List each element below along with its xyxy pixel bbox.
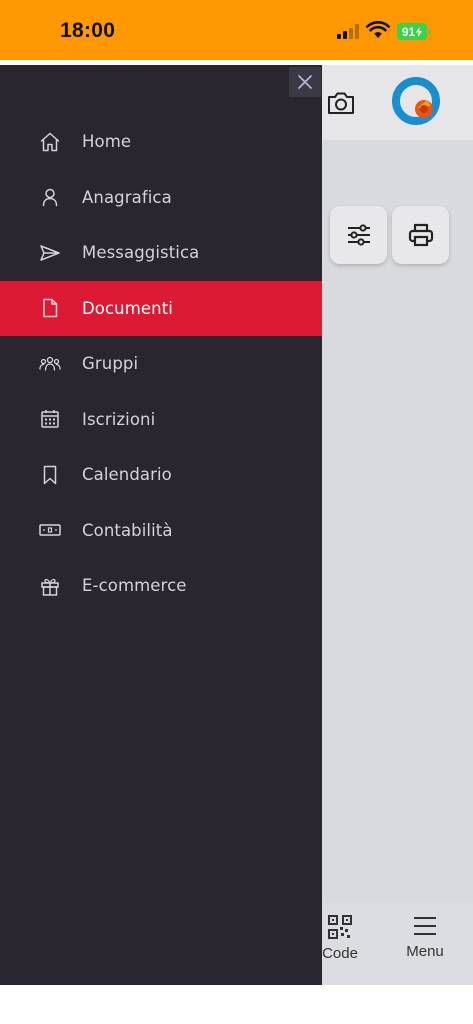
menu-item-label: Contabilità xyxy=(82,520,173,540)
menu-item-documenti[interactable]: Documenti xyxy=(0,280,322,336)
send-icon xyxy=(39,242,61,264)
menu-item-label: Home xyxy=(82,132,132,152)
group-icon xyxy=(39,353,61,375)
status-bar: 18:00 91 xyxy=(0,0,473,60)
drawer-menu: Home Anagrafica Messaggistica Documenti xyxy=(0,114,322,614)
filter-button[interactable] xyxy=(330,206,387,264)
close-drawer-button[interactable] xyxy=(289,67,321,97)
screen: 18:00 91 Code Menu Home Anagrafica Messa… xyxy=(0,0,473,1024)
sliders-icon xyxy=(347,224,370,246)
charging-bolt-icon xyxy=(416,26,423,37)
print-button[interactable] xyxy=(392,206,449,264)
wifi-icon xyxy=(366,21,390,38)
tab-menu[interactable]: Menu xyxy=(385,915,465,960)
status-time: 18:00 xyxy=(60,19,116,42)
battery-icon: 91 xyxy=(397,23,431,40)
menu-item-label: Anagrafica xyxy=(82,187,172,207)
menu-item-home[interactable]: Home xyxy=(0,114,322,170)
document-icon xyxy=(39,297,61,319)
user-icon xyxy=(39,186,61,208)
home-icon xyxy=(39,131,61,153)
tab-qr-label: Code xyxy=(322,945,358,962)
menu-item-label: Messaggistica xyxy=(82,243,200,263)
navigation-drawer: Home Anagrafica Messaggistica Documenti xyxy=(0,65,322,985)
menu-item-label: Documenti xyxy=(82,298,173,318)
menu-item-messaggistica[interactable]: Messaggistica xyxy=(0,225,322,281)
qr-code-icon xyxy=(328,915,352,939)
calendar-grid-icon xyxy=(39,408,61,430)
battery-level: 91 xyxy=(401,24,416,39)
menu-item-label: Gruppi xyxy=(82,354,139,374)
menu-item-iscrizioni[interactable]: Iscrizioni xyxy=(0,392,322,448)
tab-menu-label: Menu xyxy=(406,943,444,960)
menu-item-label: Calendario xyxy=(82,465,172,485)
menu-item-gruppi[interactable]: Gruppi xyxy=(0,336,322,392)
menu-item-label: E-commerce xyxy=(82,576,187,596)
gift-icon xyxy=(39,575,61,597)
cellular-signal-icon xyxy=(337,24,361,39)
menu-item-label: Iscrizioni xyxy=(82,409,156,429)
cash-icon xyxy=(39,519,61,541)
camera-icon[interactable] xyxy=(326,90,356,116)
close-icon xyxy=(298,75,312,89)
menu-item-calendario[interactable]: Calendario xyxy=(0,447,322,503)
printer-icon xyxy=(408,223,433,247)
menu-item-ecommerce[interactable]: E-commerce xyxy=(0,558,322,614)
bookmark-icon xyxy=(39,464,61,486)
app-logo[interactable] xyxy=(391,76,441,126)
menu-item-contabilita[interactable]: Contabilità xyxy=(0,503,322,559)
hamburger-menu-icon xyxy=(414,917,436,935)
home-indicator-area xyxy=(0,985,473,1024)
menu-item-anagrafica[interactable]: Anagrafica xyxy=(0,170,322,226)
